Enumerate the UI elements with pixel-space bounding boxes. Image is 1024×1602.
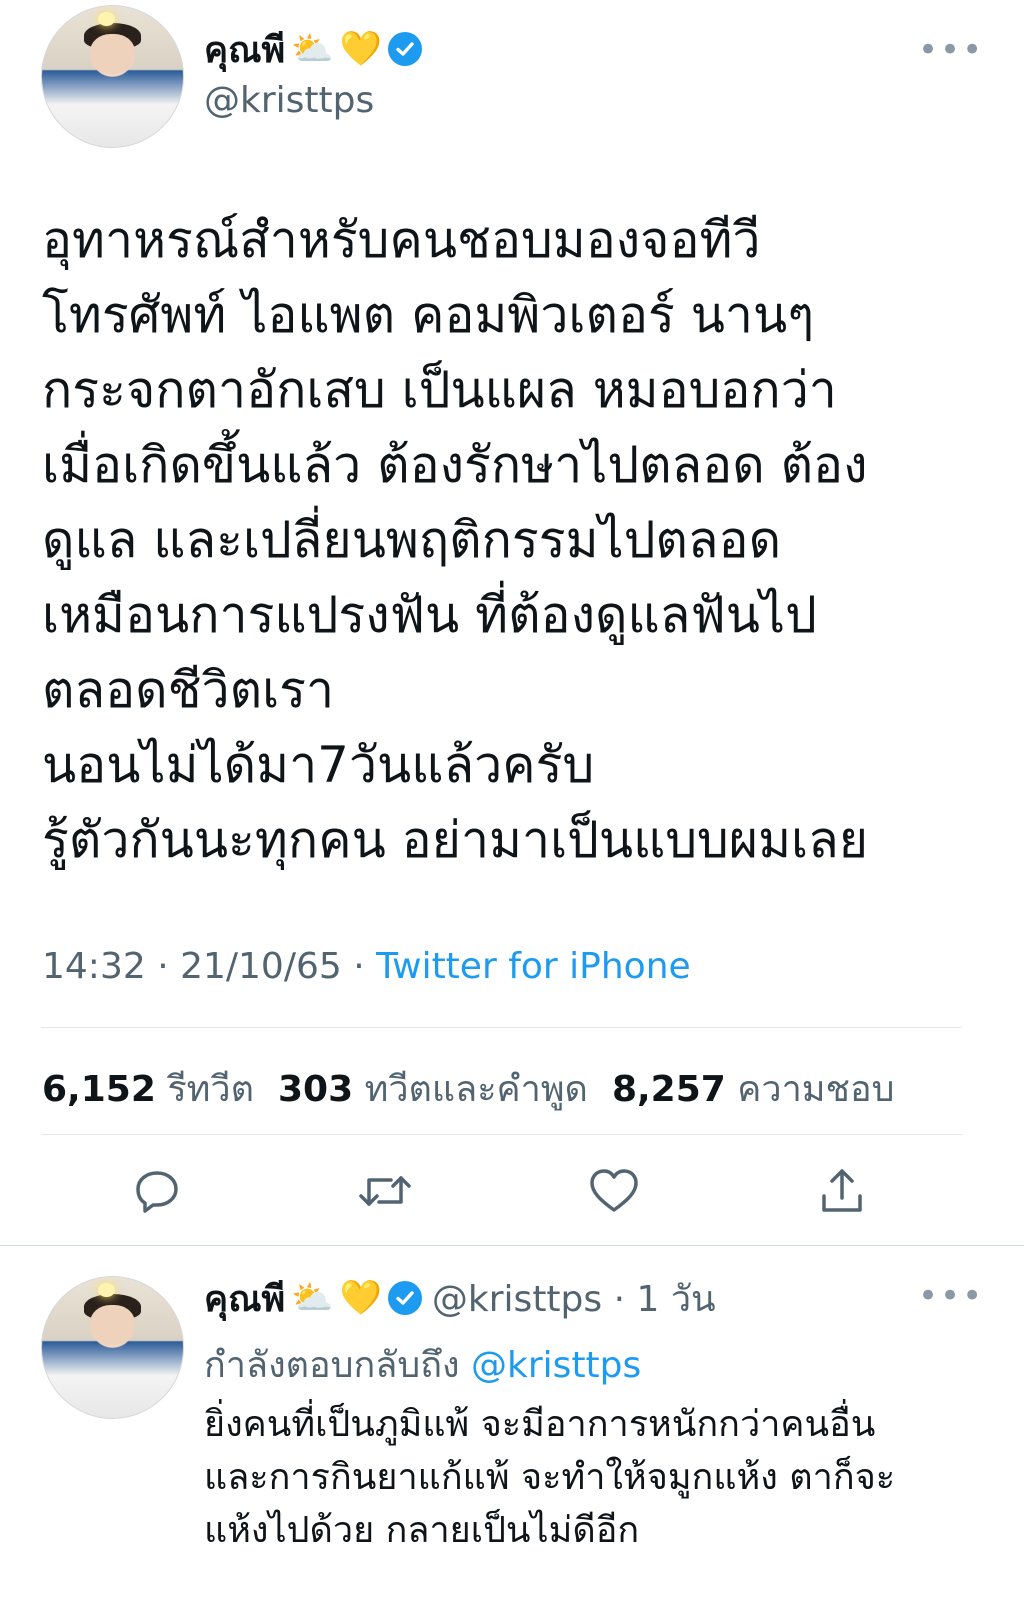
tweet-meta: 14:32 · 21/10/65 · Twitter for iPhone [42,946,691,987]
divider [41,1027,962,1028]
author-handle[interactable]: @kristtps [204,80,374,121]
tweet-line: กระจกตาอักเสบ เป็นแผล หมอบอกว่า [42,361,837,419]
tweet-source-link[interactable]: Twitter for iPhone [376,946,691,987]
reply-line: ยิ่งคนที่เป็นภูมิแพ้ จะมีอาการหนักกว่าคน… [204,1404,876,1445]
quotes-count: 303 [278,1069,354,1110]
tweet-line: โทรศัพท์ ไอแพต คอมพิวเตอร์ นานๆ [42,286,815,344]
reply-text: ยิ่งคนที่เป็นภูมิแพ้ จะมีอาการหนักกว่าคน… [204,1398,1004,1557]
tweet-line: ดูแล และเปลี่ยนพฤติกรรมไปตลอด [42,511,782,569]
retweets-stat[interactable]: 6,152 รีทวีต [42,1060,254,1117]
divider [41,1134,962,1135]
reply-author-name[interactable]: คุณพี [204,1270,285,1327]
tweet-text: อุทาหรณ์สำหรับคนชอบมองจอทีวี โทรศัพท์ ไอ… [42,203,982,878]
reply-button[interactable] [129,1163,185,1219]
retweets-label: รีทวีต [167,1069,254,1110]
reply-handle-time[interactable]: @kristtps · 1 วัน [432,1270,716,1327]
likes-label: ความชอบ [737,1069,895,1110]
tweet-line: นอนไม่ได้มา7วันแล้วครับ [42,736,595,794]
likes-count: 8,257 [611,1069,726,1110]
cloud-sun-emoji: ⛅ [291,29,334,69]
tweet-stats: 6,152 รีทวีต 303 ทวีตและคำพูด 8,257 ความ… [42,1060,894,1117]
tweet-timestamp[interactable]: 14:32 · 21/10/65 · [42,946,376,987]
like-button[interactable] [586,1163,642,1219]
reply-line: แห้งไปด้วย กลายเป็นไม่ดีอีก [204,1510,640,1551]
quotes-stat[interactable]: 303 ทวีตและคำพูด [278,1060,588,1117]
reply-header: คุณพี ⛅ 💛 @kristtps · 1 วัน [204,1273,716,1323]
reply-icon [136,1171,178,1213]
replying-to-label: กำลังตอบกลับถึง [204,1345,472,1386]
like-icon [590,1169,638,1212]
share-icon [822,1169,862,1212]
share-button[interactable] [814,1163,870,1219]
author-avatar[interactable] [41,5,184,148]
reply-more-icon[interactable]: ••• [918,1276,984,1316]
tweet-line: เมื่อเกิดขึ้นแล้ว ต้องรักษาไปตลอด ต้อง [42,436,868,494]
reply-line: และการกินยาแก้แพ้ จะทำให้จมูกแห้ง ตาก็จะ [204,1457,896,1498]
tweet-line: รู้ตัวกันนะทุกคน อย่ามาเป็นแบบผมเลย [42,811,869,869]
reply-author-avatar[interactable] [41,1276,184,1419]
replying-to: กำลังตอบกลับถึง @kristtps [204,1336,641,1393]
likes-stat[interactable]: 8,257 ความชอบ [612,1060,894,1117]
verified-icon [387,32,422,66]
section-divider [0,1245,1024,1246]
yellow-heart-emoji: 💛 [339,1278,382,1318]
author-name-row: คุณพี ⛅ 💛 [204,24,422,74]
author-name[interactable]: คุณพี [204,21,285,78]
tweet-line: เหมือนการแปรงฟัน ที่ต้องดูแลฟันไป [42,586,817,644]
tweet-line: อุทาหรณ์สำหรับคนชอบมองจอทีวี [42,211,761,269]
cloud-sun-emoji: ⛅ [291,1278,334,1318]
yellow-heart-emoji: 💛 [339,29,382,69]
more-icon[interactable]: ••• [918,30,984,70]
tweet-line: ตลอดชีวิตเรา [42,661,335,719]
replying-to-handle[interactable]: @kristtps [471,1345,641,1386]
verified-icon [387,1281,422,1315]
retweet-button[interactable] [357,1163,413,1219]
quotes-label: ทวีตและคำพูด [364,1069,588,1110]
retweet-icon [359,1176,411,1206]
retweets-count: 6,152 [42,1069,156,1110]
